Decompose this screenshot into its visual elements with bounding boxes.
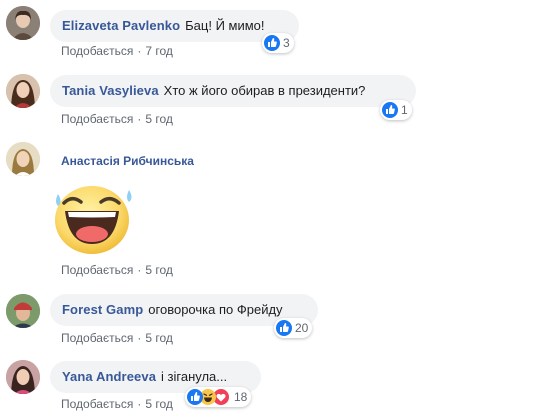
avatar-image <box>6 74 40 108</box>
comment-author[interactable]: Анастасія Рибчинська <box>61 154 194 168</box>
avatar-image <box>6 6 40 40</box>
comment-time[interactable]: 7 год <box>145 44 173 58</box>
comment-time[interactable]: 5 год <box>145 263 173 277</box>
like-reaction-icon <box>276 320 292 336</box>
laughing-face-sticker <box>52 180 136 256</box>
separator-dot: · <box>137 112 142 126</box>
separator-dot: · <box>137 263 142 277</box>
comment-author[interactable]: Forest Gamp <box>62 302 143 317</box>
avatar[interactable] <box>6 74 40 108</box>
reaction-summary[interactable]: 3 <box>262 33 294 53</box>
comment-author[interactable]: Tania Vasylieva <box>62 83 159 98</box>
reaction-summary[interactable]: 20 <box>274 318 313 338</box>
like-reaction-icon <box>382 102 398 118</box>
reaction-count: 3 <box>283 36 290 50</box>
like-link[interactable]: Подобається <box>61 397 133 411</box>
avatar-image <box>6 142 40 176</box>
reaction-count: 18 <box>234 390 248 404</box>
avatar[interactable] <box>6 6 40 40</box>
like-reaction-icon <box>264 35 280 51</box>
like-link[interactable]: Подобається <box>61 263 133 277</box>
comment-bubble: Tania Vasylieva Хто ж його обирав в прези… <box>50 75 416 107</box>
like-link[interactable]: Подобається <box>61 331 133 345</box>
comment-text: Хто ж його обирав в президенти? <box>163 83 366 98</box>
avatar-image <box>6 294 40 328</box>
separator-dot: · <box>137 44 142 58</box>
comment-text: оговорочка по Фрейду <box>148 302 283 317</box>
avatar[interactable] <box>6 142 40 176</box>
avatar[interactable] <box>6 360 40 394</box>
comment-author[interactable]: Yana Andreeva <box>62 369 156 384</box>
reaction-count: 20 <box>295 321 309 335</box>
comment-meta: Подобається · 5 год <box>61 112 173 126</box>
avatar-image <box>6 360 40 394</box>
avatar[interactable] <box>6 294 40 328</box>
reaction-summary[interactable]: 1 <box>380 100 412 120</box>
comment-meta: Подобається · 5 год <box>61 331 173 345</box>
comment-time[interactable]: 5 год <box>145 397 173 411</box>
comment-meta: Подобається · 5 год <box>61 263 173 277</box>
comment-author[interactable]: Elizaveta Pavlenko <box>62 18 180 33</box>
like-reaction-icon <box>187 389 203 405</box>
comment-time[interactable]: 5 год <box>145 331 173 345</box>
separator-dot: · <box>137 331 142 345</box>
reaction-summary[interactable]: 18 <box>185 387 252 407</box>
comment-meta: Подобається · 7 год <box>61 44 173 58</box>
comment-text: і зiганула... <box>161 369 228 384</box>
like-link[interactable]: Подобається <box>61 44 133 58</box>
comment-text: Бац! Й мимо! <box>185 18 265 33</box>
like-link[interactable]: Подобається <box>61 112 133 126</box>
separator-dot: · <box>137 397 142 411</box>
reaction-count: 1 <box>401 103 408 117</box>
comment-time[interactable]: 5 год <box>145 112 173 126</box>
comment-meta: Подобається · 5 год <box>61 397 173 411</box>
comment-bubble: Elizaveta Pavlenko Бац! Й мимо! <box>50 10 299 42</box>
